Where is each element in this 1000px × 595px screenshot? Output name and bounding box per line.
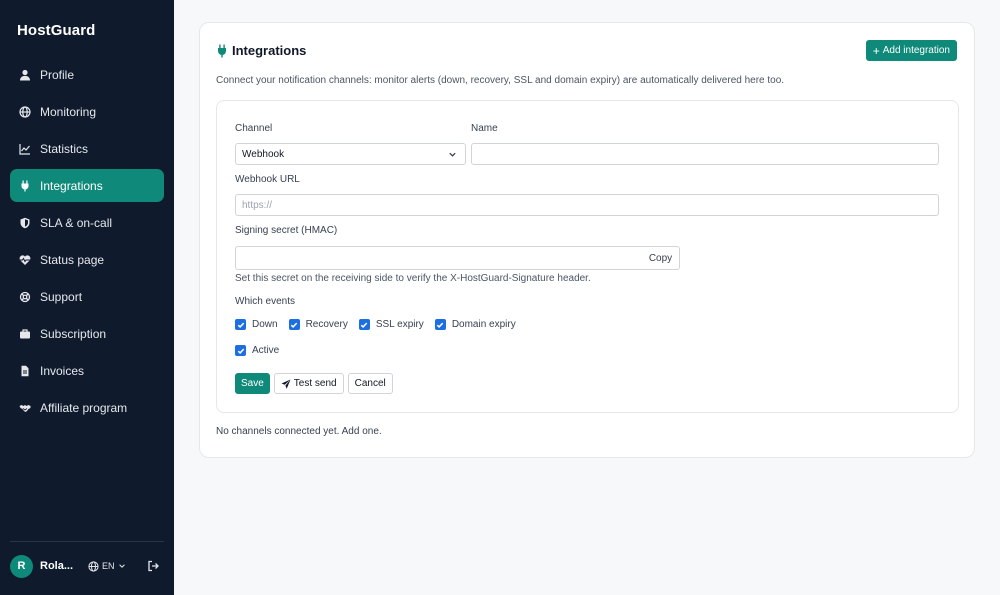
sidebar: HostGuard Profile Monitoring Statistics … (0, 0, 174, 595)
integrations-card: Integrations + Add integration Connect y… (199, 22, 975, 458)
chevron-down-icon (448, 150, 457, 159)
empty-state-text: No channels connected yet. Add one. (216, 426, 382, 437)
signing-secret-input[interactable] (235, 246, 643, 270)
lifebuoy-icon (18, 290, 32, 304)
logout-icon[interactable] (147, 560, 159, 572)
sidebar-item-statistics[interactable]: Statistics (10, 132, 164, 165)
sidebar-item-label: Status page (40, 252, 105, 267)
checkbox-checked-icon (235, 345, 246, 356)
webhook-url-input[interactable] (235, 194, 939, 216)
integration-form: Channel Name Webhook Webhook URL Signing… (216, 100, 959, 413)
event-label: Domain expiry (451, 319, 516, 330)
plug-icon (216, 44, 228, 58)
avatar[interactable]: R (10, 554, 33, 578)
globe-icon (18, 105, 32, 119)
page-title: Integrations (216, 43, 306, 58)
briefcase-icon (18, 327, 32, 341)
user-menu: R Rola... EN (10, 554, 164, 578)
event-ssl-expiry-checkbox[interactable]: SSL expiry (358, 319, 424, 330)
heart-pulse-icon (18, 253, 32, 267)
webhook-url-label: Webhook URL (235, 174, 300, 185)
plus-icon: + (872, 43, 880, 58)
sidebar-item-subscription[interactable]: Subscription (10, 317, 164, 350)
add-integration-button[interactable]: + Add integration (865, 40, 957, 61)
checkbox-checked-icon (235, 319, 246, 330)
line-chart-icon (18, 142, 32, 156)
sidebar-item-affiliate-program[interactable]: Affiliate program (10, 391, 164, 424)
signing-secret-label: Signing secret (HMAC) (235, 225, 338, 236)
user-name[interactable]: Rola... (40, 560, 78, 572)
send-icon (281, 379, 294, 389)
sidebar-item-label: Statistics (40, 141, 89, 156)
chevron-down-icon (118, 562, 129, 570)
page-description: Connect your notification channels: moni… (216, 75, 785, 86)
event-label: Down (252, 319, 278, 330)
sidebar-item-label: SLA & on-call (40, 215, 113, 230)
copy-secret-button[interactable]: Copy (642, 246, 680, 270)
document-icon (18, 364, 32, 378)
sidebar-item-status-page[interactable]: Status page (10, 243, 164, 276)
event-label: SSL expiry (375, 319, 424, 330)
shield-icon (18, 216, 32, 230)
signing-secret-hint: Set this secret on the receiving side to… (235, 273, 591, 284)
event-recovery-checkbox[interactable]: Recovery (288, 319, 348, 330)
sidebar-item-label: Invoices (40, 363, 85, 378)
sidebar-item-label: Monitoring (40, 104, 97, 119)
user-icon (18, 68, 32, 82)
sidebar-item-profile[interactable]: Profile (10, 58, 164, 91)
form-actions: Save Test send Cancel (235, 373, 397, 394)
sidebar-divider (10, 541, 164, 542)
channel-select-value: Webhook (242, 148, 285, 160)
name-input[interactable] (471, 143, 939, 165)
sidebar-item-integrations[interactable]: Integrations (10, 169, 164, 202)
active-label: Active (252, 345, 280, 356)
sidebar-item-invoices[interactable]: Invoices (10, 354, 164, 387)
page-title-text: Integrations (232, 43, 307, 58)
channel-label: Channel (235, 123, 273, 134)
active-checkbox[interactable]: Active (235, 345, 279, 356)
event-down-checkbox[interactable]: Down (235, 319, 278, 330)
channel-select[interactable]: Webhook (235, 143, 466, 165)
plug-icon (18, 179, 32, 193)
sidebar-item-sla-on-call[interactable]: SLA & on-call (10, 206, 164, 239)
checkbox-checked-icon (434, 319, 446, 330)
events-label: Which events (235, 296, 296, 307)
test-send-label: Test send (293, 378, 337, 389)
handshake-icon (18, 401, 32, 415)
sidebar-item-label: Affiliate program (40, 400, 128, 415)
language-switcher[interactable]: EN (88, 560, 129, 572)
sidebar-item-support[interactable]: Support (10, 280, 164, 313)
save-button[interactable]: Save (235, 373, 270, 394)
test-send-button[interactable]: Test send (273, 373, 344, 394)
sidebar-item-label: Profile (40, 67, 75, 82)
sidebar-item-monitoring[interactable]: Monitoring (10, 95, 164, 128)
sidebar-item-label: Integrations (40, 178, 103, 193)
language-label: EN (102, 561, 115, 571)
events-checkbox-group: Down Recovery SSL expiry Domain expiry (235, 319, 527, 330)
sidebar-item-label: Subscription (40, 326, 107, 341)
add-integration-label: Add integration (882, 45, 950, 56)
sidebar-nav: Profile Monitoring Statistics Integratio… (10, 58, 164, 428)
name-label: Name (471, 123, 498, 134)
brand-logo-text: HostGuard (17, 22, 96, 39)
checkbox-checked-icon (358, 319, 370, 330)
globe-icon (88, 560, 102, 572)
cancel-button[interactable]: Cancel (347, 373, 393, 394)
sidebar-item-label: Support (40, 289, 83, 304)
event-domain-expiry-checkbox[interactable]: Domain expiry (434, 319, 516, 330)
checkbox-checked-icon (288, 319, 300, 330)
event-label: Recovery (305, 319, 348, 330)
